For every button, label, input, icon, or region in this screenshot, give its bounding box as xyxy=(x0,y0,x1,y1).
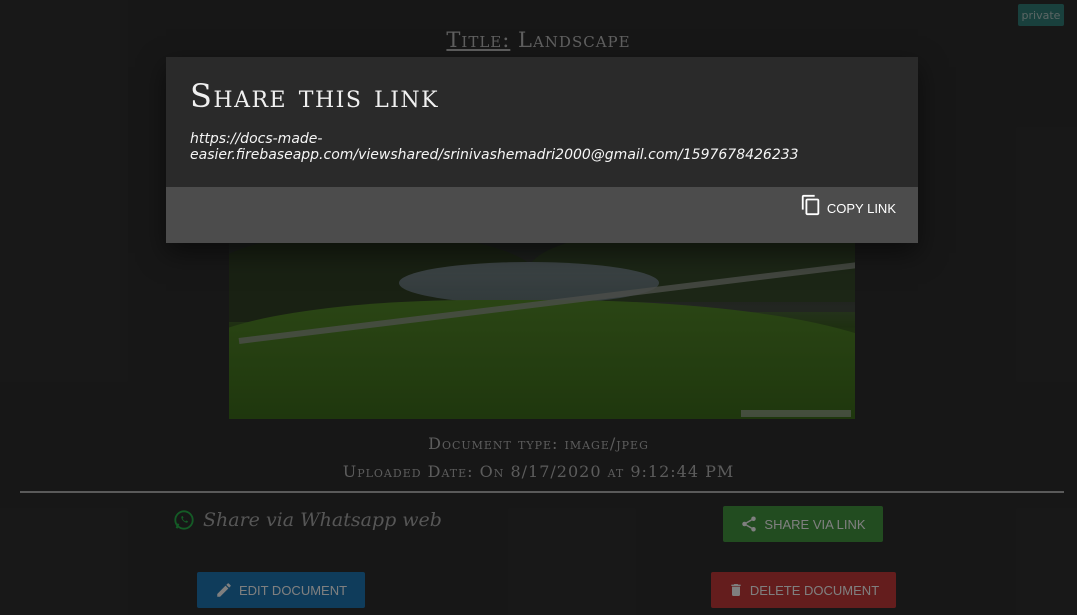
share-url: https://docs-made-easier.firebaseapp.com… xyxy=(190,131,799,163)
copy-link-label: copy link xyxy=(826,200,896,216)
modal-heading: Share this link xyxy=(190,77,440,115)
share-link-modal: Share this link https://docs-made-easier… xyxy=(166,57,918,243)
modal-footer: copy link xyxy=(166,187,918,243)
copy-icon xyxy=(801,194,820,216)
copy-link-button[interactable]: copy link xyxy=(800,194,896,217)
